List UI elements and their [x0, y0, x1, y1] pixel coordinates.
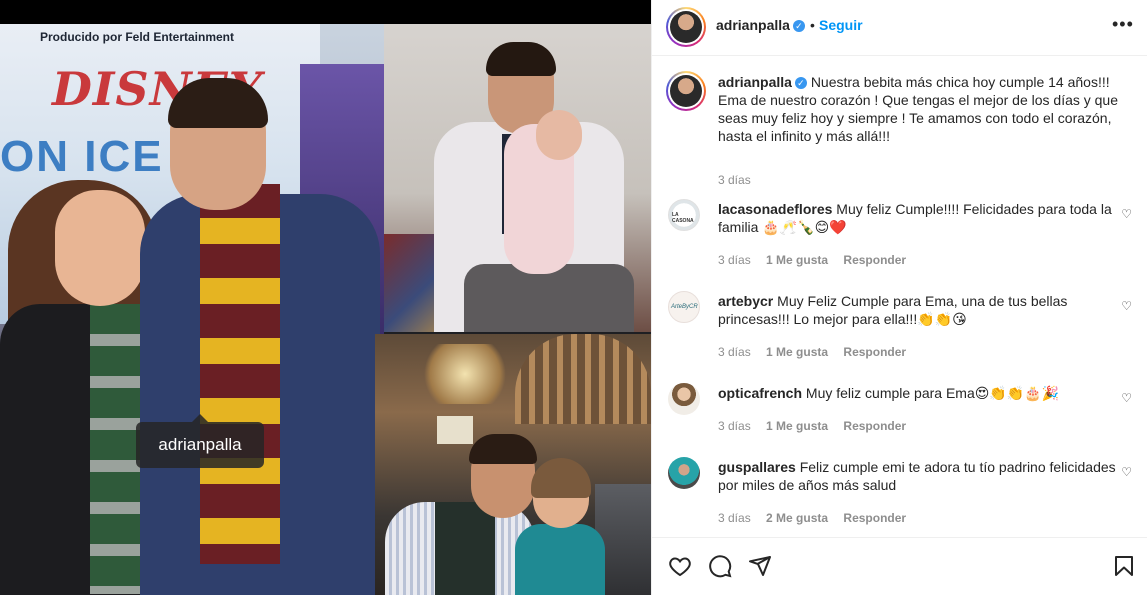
- comment-meta: 3 días 2 Me gusta Responder: [718, 511, 918, 525]
- comment-text: Muy feliz cumple para Ema😍👏👏🎂🎉: [805, 385, 1060, 401]
- comment-like-icon[interactable]: ♡: [1121, 299, 1132, 313]
- comment-reply-button[interactable]: Responder: [843, 511, 906, 525]
- caption-avatar[interactable]: [666, 71, 706, 111]
- comment-text-block: artebycr Muy Feliz Cumple para Ema, una …: [718, 292, 1118, 328]
- verified-badge-icon: ✓: [792, 20, 805, 33]
- avatar[interactable]: [666, 7, 706, 47]
- caption-meta: 3 días: [718, 173, 763, 187]
- media-top-bar: [0, 0, 651, 24]
- comment-time[interactable]: 3 días: [718, 253, 751, 267]
- verified-badge-icon: ✓: [794, 77, 807, 90]
- post-sidebar: adrianpalla ✓ • Seguir ••• adrianpalla ✓ N…: [651, 0, 1147, 595]
- comment-text-block: guspallares Feliz cumple emi te adora tu…: [718, 458, 1118, 494]
- comment-username[interactable]: lacasonadeflores: [718, 201, 832, 217]
- more-options-icon[interactable]: •••: [1112, 14, 1134, 35]
- comment-text-block: opticafrench Muy feliz cumple para Ema😍👏…: [718, 384, 1118, 402]
- header-username-group: adrianpalla ✓: [716, 17, 805, 33]
- share-icon[interactable]: [746, 552, 774, 580]
- header-username[interactable]: adrianpalla: [716, 17, 790, 33]
- commenter-avatar[interactable]: [668, 199, 700, 231]
- comment-username[interactable]: artebycr: [718, 293, 773, 309]
- comment-time[interactable]: 3 días: [718, 345, 751, 359]
- photo-disney-on-ice: Producido por Feld Entertainment DISNEY …: [0, 24, 384, 595]
- comments-list[interactable]: adrianpalla ✓ Nuestra bebita más chica ho…: [652, 57, 1147, 537]
- person-man: [140, 78, 380, 595]
- comment-text-block: lacasonadeflores Muy feliz Cumple!!!! Fe…: [718, 200, 1118, 236]
- comment-likes[interactable]: 2 Me gusta: [766, 511, 828, 525]
- header-separator: •: [810, 17, 815, 33]
- commenter-avatar[interactable]: [668, 291, 700, 323]
- bookmark-icon[interactable]: [1110, 552, 1138, 580]
- comment-username[interactable]: guspallares: [718, 459, 796, 475]
- comment-reply-button[interactable]: Responder: [843, 345, 906, 359]
- comment-reply-button[interactable]: Responder: [843, 253, 906, 267]
- caption-text-block: adrianpalla ✓ Nuestra bebita más chica ho…: [718, 73, 1118, 145]
- comment-time[interactable]: 3 días: [718, 419, 751, 433]
- photo-park: [375, 334, 651, 595]
- follow-button[interactable]: Seguir: [819, 17, 863, 33]
- commenter-avatar[interactable]: [668, 383, 700, 415]
- caption-time[interactable]: 3 días: [718, 173, 751, 187]
- user-tag[interactable]: adrianpalla: [136, 414, 264, 468]
- comment-meta: 3 días 1 Me gusta Responder: [718, 345, 918, 359]
- comment-time[interactable]: 3 días: [718, 511, 751, 525]
- comment-reply-button[interactable]: Responder: [843, 419, 906, 433]
- caption-username[interactable]: adrianpalla: [718, 74, 792, 90]
- banner-producer-text: Producido por Feld Entertainment: [40, 30, 235, 44]
- post-header: adrianpalla ✓ • Seguir •••: [652, 0, 1147, 56]
- post-media[interactable]: Producido por Feld Entertainment DISNEY …: [0, 0, 651, 595]
- comment-icon[interactable]: [706, 552, 734, 580]
- photo-baby: [384, 24, 651, 332]
- avatar-image: [670, 11, 702, 43]
- comment-likes[interactable]: 1 Me gusta: [766, 253, 828, 267]
- photo-collage: Producido por Feld Entertainment DISNEY …: [0, 24, 651, 595]
- comment-like-icon[interactable]: ♡: [1121, 207, 1132, 221]
- comment-likes[interactable]: 1 Me gusta: [766, 345, 828, 359]
- comment-likes[interactable]: 1 Me gusta: [766, 419, 828, 433]
- comment-meta: 3 días 1 Me gusta Responder: [718, 419, 918, 433]
- comment-meta: 3 días 1 Me gusta Responder: [718, 253, 918, 267]
- post-action-bar: [652, 537, 1147, 595]
- comment-like-icon[interactable]: ♡: [1121, 391, 1132, 405]
- comment-like-icon[interactable]: ♡: [1121, 465, 1132, 479]
- comment-username[interactable]: opticafrench: [718, 385, 802, 401]
- heart-icon[interactable]: [666, 552, 694, 580]
- commenter-avatar[interactable]: [668, 457, 700, 489]
